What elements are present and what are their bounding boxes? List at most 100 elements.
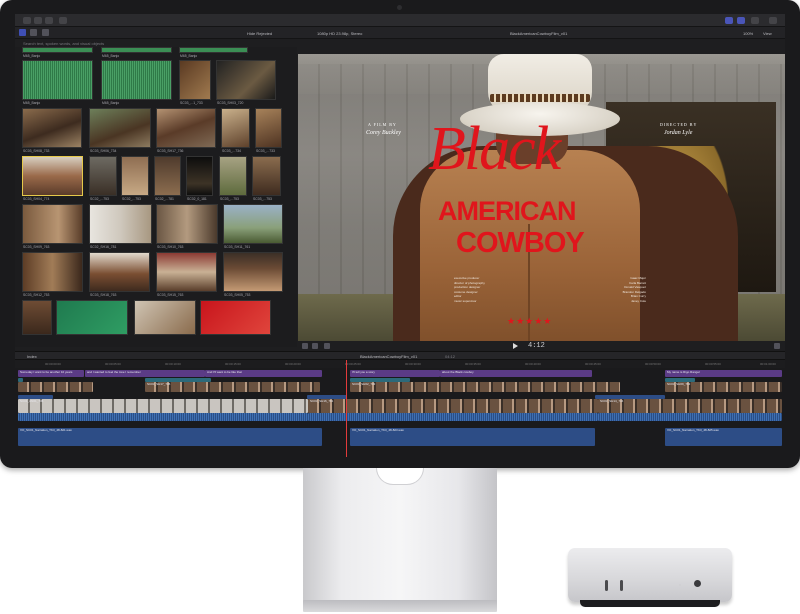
clip-thumbnail[interactable] [22,47,93,53]
video-clip[interactable]: SC03_SH17_736 [145,382,320,392]
clip-thumbnail[interactable] [22,108,82,148]
timeline-toggle-icon[interactable] [737,17,745,24]
clip-name: SC03_SH11_761 [224,245,251,249]
clip-thumbnail[interactable] [179,60,211,100]
title-clip[interactable]: And I'll want to be like that [205,370,322,377]
narration-audio-clip[interactable]: VO_SC01_Narration_TK3_48-821.wav [18,428,322,446]
title-clip[interactable]: My name is Rigo Rangel [665,370,782,377]
clip-thumbnail[interactable] [223,204,283,244]
clip-thumbnail[interactable] [22,204,83,244]
clip-name: SC02_...781 [155,197,174,201]
clip-thumbnail[interactable] [154,156,181,196]
playhead[interactable] [346,360,347,457]
primary-video-clip[interactable]: SC01_AN01_736 [18,399,308,413]
clip-thumbnail[interactable] [22,300,52,335]
ruler-tick: 00:01:00:00 [760,362,776,366]
audio-clip-thumbnail[interactable] [22,60,93,100]
audio-waveform[interactable] [18,413,308,421]
clip-name: SC03_SH09_763 [23,245,50,249]
clip-thumbnail[interactable] [121,156,149,196]
clip-thumbnail[interactable] [56,300,128,335]
index-button[interactable]: Index [27,354,37,359]
export-icon[interactable] [769,17,777,24]
clip-thumbnail[interactable] [89,108,151,148]
timeline[interactable]: Someday I want to be another 10 years an… [15,368,785,457]
clip-thumbnail[interactable] [216,60,276,100]
clip-name: M65_Banjo [102,54,120,58]
clip-thumbnail[interactable] [22,252,83,292]
audio-clip-thumbnail[interactable] [101,60,172,100]
audio-waveform[interactable] [308,413,598,421]
primary-video-clip[interactable]: SC03_SH14_734 [598,399,782,413]
libraries-icon[interactable] [19,29,26,36]
title-clip[interactable]: Someday I want to be another 10 years [18,370,84,377]
clip-thumbnail[interactable] [156,204,218,244]
viewer[interactable]: A FILM BY Corey Buckley DIRECTED BY Jord… [298,54,785,341]
filter-menu[interactable]: Hide Rejected [247,31,272,36]
clip-thumbnail[interactable] [255,108,282,148]
clip-thumbnail[interactable] [156,108,216,148]
title-clip[interactable]: about the Black cowboy [440,370,592,377]
title-clip[interactable]: and I wanted to feel the love I remember [85,370,205,377]
clip-thumbnail-selected[interactable] [22,156,83,196]
share-icon[interactable] [59,17,67,24]
viewer-format: 1080p HD 23.98p, Stereo [317,31,363,36]
clip-thumbnail[interactable] [89,252,150,292]
clip-thumbnail[interactable] [223,252,283,292]
checkmark-icon[interactable] [45,17,53,24]
clip-name: SC03_SH18_763 [90,293,117,297]
ruler-tick: 00:00:30:00 [405,362,421,366]
clip-name: M65_Banjo [23,101,41,105]
clip-name: SC03_SH06_734 [90,149,117,153]
clip-name: SC02_...753 [122,197,141,201]
photos-icon[interactable] [30,29,37,36]
clip-thumbnail[interactable] [89,204,152,244]
clip-label: SC03_SH17_736 [147,382,171,386]
clip-thumbnail[interactable] [219,156,247,196]
clip-name: SC03_SH10_763 [157,245,184,249]
clip-name: M65_Banjo [180,54,198,58]
video-clip[interactable] [18,382,93,392]
clip-name: SC03_SH15_763 [157,293,184,297]
clip-thumbnail[interactable] [221,108,250,148]
clip-label: SC01_AN01_736 [20,399,44,403]
clip-thumbnail[interactable] [89,156,117,196]
clip-label: VO_SC01_Narration_TK3_48-823.wav [352,428,404,432]
transform-icon[interactable] [312,343,318,349]
speed-icon[interactable] [324,343,330,349]
clip-thumbnail[interactable] [156,252,217,292]
browser-toggle-icon[interactable] [725,17,733,24]
title-clip-label: My name is Rigo Rangel [667,370,700,374]
clip-thumbnail[interactable] [252,156,281,196]
clip-thumbnail[interactable] [134,300,196,335]
keyword-icon[interactable] [34,17,42,24]
clip-thumbnail[interactable] [200,300,271,335]
video-clip[interactable]: SC03_SH09_763 [665,382,782,392]
hat-band [490,94,590,102]
clip-thumbnail[interactable] [179,47,248,53]
timeline-ruler[interactable]: 00:00:00:00 00:00:05:00 00:00:10:00 00:0… [15,360,785,368]
credit-name: Janey Cole [630,298,646,303]
fullscreen-icon[interactable] [774,343,780,349]
view-menu[interactable]: View [763,31,772,36]
inspector-toggle-icon[interactable] [751,17,759,24]
crop-icon[interactable] [302,343,308,349]
play-icon[interactable] [513,343,518,349]
clip-thumbnail[interactable] [186,156,213,196]
primary-video-clip[interactable]: SC03_SH16_781 [308,399,598,413]
search-row[interactable]: Search text, spoken words, and visual ob… [15,39,297,47]
film-by-label: A FILM BY [368,122,397,127]
clip-thumbnail[interactable] [101,47,172,53]
audio-waveform[interactable] [598,413,782,421]
title-line-2: AMERICAN [438,196,576,226]
search-input[interactable]: Search text, spoken words, and visual ob… [23,41,104,46]
titles-icon[interactable] [42,29,49,36]
usb-c-port-icon [620,580,623,591]
title-clip[interactable]: I'll tell you a story [350,370,440,377]
narration-audio-clip[interactable]: VO_SC01_Narration_TK3_48-825.wav [665,428,782,446]
narration-audio-clip[interactable]: VO_SC01_Narration_TK3_48-823.wav [350,428,595,446]
media-import-icon[interactable] [23,17,31,24]
video-clip[interactable]: SC03_SH02_733 [350,382,620,392]
timecode-display[interactable]: 4:12 [528,342,545,350]
zoom-menu[interactable]: 100% [743,31,753,36]
